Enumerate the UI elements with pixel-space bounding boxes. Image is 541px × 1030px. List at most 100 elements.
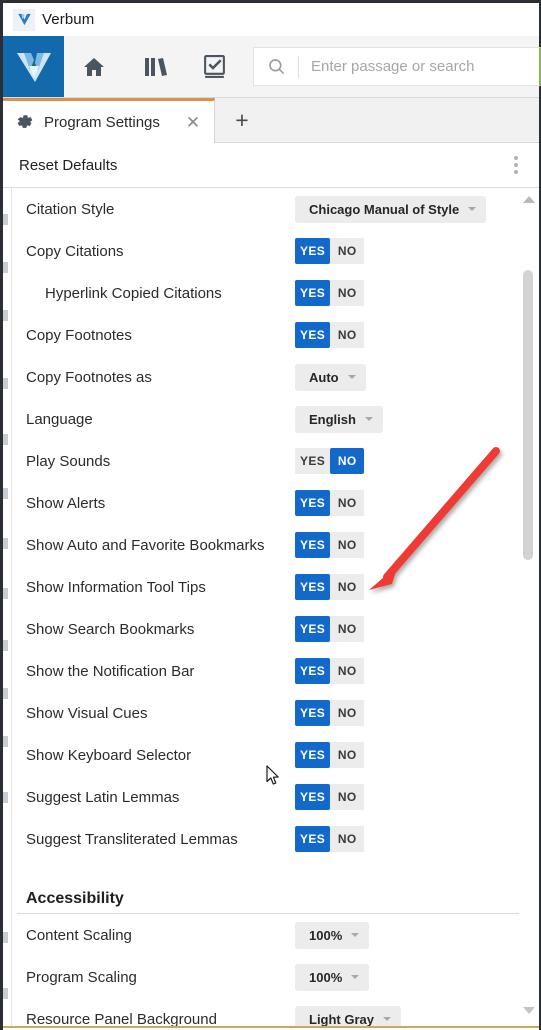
toggle-option-no[interactable]: NO [330,322,365,348]
reset-defaults-button[interactable]: Reset Defaults [19,157,117,174]
scroll-down-arrow-icon[interactable] [523,1007,535,1014]
toggle-option-yes[interactable]: YES [295,238,331,264]
verbum-brand-icon[interactable] [3,36,64,97]
dropdown-button[interactable]: Auto [295,363,366,391]
setting-control: English [295,405,383,433]
dropdown-value: English [309,411,356,427]
settings-panel: Citation Style Chicago Manual of Style Cop… [3,188,539,1028]
toggle-option-yes[interactable]: YES [295,700,331,726]
more-options-kebab-icon[interactable] [507,154,525,176]
toggle-option-yes[interactable]: YES [295,616,331,642]
toggle-option-yes[interactable]: YES [295,826,331,852]
dropdown-value: Auto [309,369,339,385]
setting-control: YES NO [295,616,365,642]
setting-label: Show Alerts [26,494,106,512]
setting-label: Hyperlink Copied Citations [45,284,222,302]
setting-row: Hyperlink Copied Citations YES NO [13,272,513,314]
yes-no-toggle[interactable]: YES NO [295,658,365,684]
setting-control: YES NO [295,448,365,474]
home-icon[interactable] [66,36,122,97]
setting-row: Show Auto and Favorite Bookmarks YES NO [13,524,513,566]
setting-label: Show Search Bookmarks [26,620,195,638]
library-books-icon[interactable] [129,36,185,97]
chevron-down-icon [351,975,360,979]
toggle-option-yes[interactable]: YES [295,490,331,516]
setting-label: Language [26,410,93,428]
yes-no-toggle[interactable]: YES NO [295,784,365,810]
setting-label: Content Scaling [26,926,132,944]
toggle-option-yes[interactable]: YES [295,280,331,306]
section-title: Accessibility [26,890,124,907]
dropdown-button[interactable]: 100% [295,921,370,949]
scroll-up-arrow-icon[interactable] [523,196,535,203]
yes-no-toggle[interactable]: YES NO [295,742,365,768]
toggle-option-no[interactable]: NO [330,658,365,684]
yes-no-toggle[interactable]: YES NO [295,700,365,726]
dropdown-button[interactable]: Chicago Manual of Style [295,195,487,223]
search-box[interactable] [253,47,541,86]
toggle-option-yes[interactable]: YES [295,658,331,684]
toggle-option-no[interactable]: NO [330,574,365,600]
setting-row: Copy Citations YES NO [13,230,513,272]
close-icon[interactable]: ✕ [184,113,202,131]
setting-label: Suggest Transliterated Lemmas [26,830,238,848]
yes-no-toggle[interactable]: YES NO [295,448,365,474]
toggle-option-no[interactable]: NO [330,742,365,768]
scrollbar-thumb[interactable] [523,270,533,560]
setting-row: Suggest Transliterated Lemmas YES NO [13,818,513,860]
yes-no-toggle[interactable]: YES NO [295,532,365,558]
toggle-option-yes[interactable]: YES [295,742,331,768]
dropdown-button[interactable]: English [295,405,383,433]
setting-label: Show Auto and Favorite Bookmarks [26,536,265,554]
toggle-option-no[interactable]: NO [330,490,365,516]
toggle-option-no[interactable]: NO [330,280,365,306]
toggle-option-yes[interactable]: YES [295,532,331,558]
verbum-logo-icon [13,8,35,31]
chevron-down-icon [347,375,356,379]
setting-control: YES NO [295,490,365,516]
yes-no-toggle[interactable]: YES NO [295,490,365,516]
toggle-option-no[interactable]: NO [330,238,365,264]
toggle-option-yes[interactable]: YES [295,448,331,474]
setting-control: YES NO [295,574,365,600]
chevron-down-icon [351,933,360,937]
yes-no-toggle[interactable]: YES NO [295,322,365,348]
toggle-option-no[interactable]: NO [330,784,365,810]
setting-row: Suggest Latin Lemmas YES NO [13,776,513,818]
toggle-option-no[interactable]: NO [330,532,365,558]
toggle-option-no[interactable]: NO [330,616,365,642]
setting-control: YES NO [295,238,365,264]
yes-no-toggle[interactable]: YES NO [295,826,365,852]
title-bar: Verbum [3,3,539,36]
setting-row: Resource Panel Background Light Gray [13,998,513,1026]
setting-label: Show Visual Cues [26,704,148,722]
yes-no-toggle[interactable]: YES NO [295,616,365,642]
toggle-option-yes[interactable]: YES [295,574,331,600]
chevron-down-icon [468,207,477,211]
yes-no-toggle[interactable]: YES NO [295,280,365,306]
documents-check-icon[interactable] [186,36,242,97]
setting-control: YES NO [295,742,365,768]
toggle-option-yes[interactable]: YES [295,784,331,810]
setting-label: Suggest Latin Lemmas [26,788,180,806]
tab-strip: Program Settings ✕ + [3,98,539,143]
search-input[interactable] [299,47,539,86]
toggle-option-no[interactable]: NO [330,448,365,474]
chevron-down-icon [383,1017,392,1021]
toggle-option-yes[interactable]: YES [295,322,331,348]
tab-program-settings[interactable]: Program Settings ✕ [3,98,215,143]
setting-control: Auto [295,363,366,391]
yes-no-toggle[interactable]: YES NO [295,574,365,600]
settings-scrollbar[interactable] [519,188,538,1026]
toggle-option-no[interactable]: NO [330,826,365,852]
setting-control: YES NO [295,322,365,348]
toggle-option-no[interactable]: NO [330,700,365,726]
setting-row: Show the Notification Bar YES NO [13,650,513,692]
yes-no-toggle[interactable]: YES NO [295,238,365,264]
setting-label: Play Sounds [26,452,111,470]
dropdown-button[interactable]: Light Gray [295,1005,402,1026]
setting-row: Language English [13,398,513,440]
dropdown-button[interactable]: 100% [295,963,370,991]
setting-control: 100% [295,921,370,949]
plus-icon[interactable]: + [229,107,255,133]
